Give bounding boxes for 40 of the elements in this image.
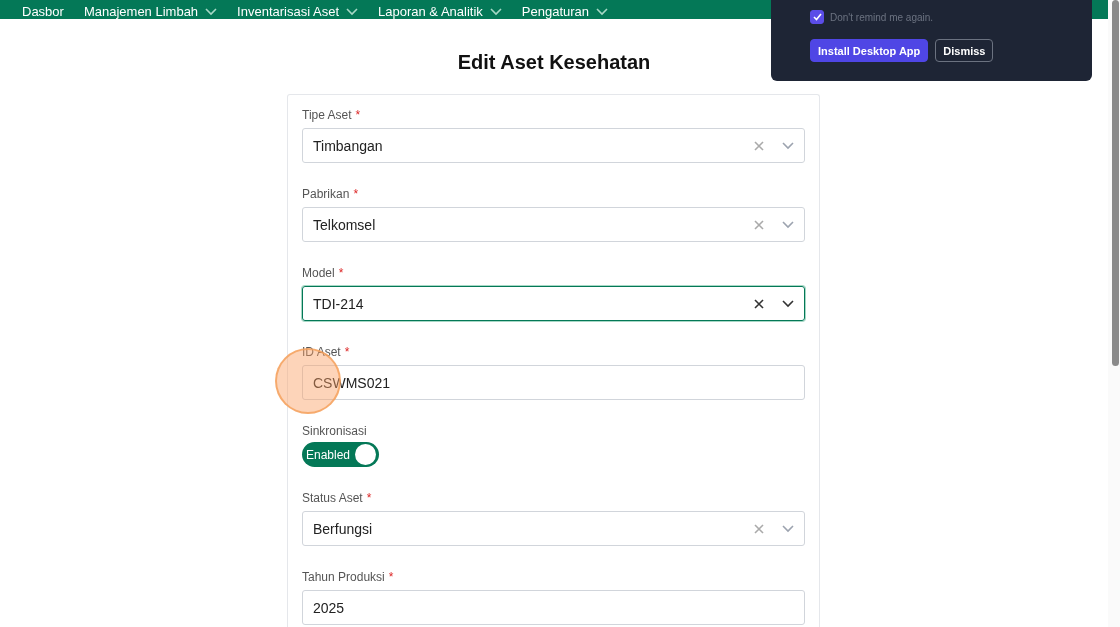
input-field[interactable]: 2025: [302, 590, 805, 625]
required-mark: *: [344, 345, 350, 359]
checkbox[interactable]: [810, 10, 824, 24]
chevron-down-icon: [782, 141, 794, 150]
check-icon: [812, 13, 822, 21]
required-mark: *: [355, 108, 361, 122]
chevron-down-icon: [782, 220, 794, 229]
nav-item[interactable]: Laporan & Analitik: [378, 4, 502, 19]
select-field[interactable]: Berfungsi: [302, 511, 805, 546]
required-mark: *: [353, 187, 359, 201]
checkbox-label: Don't remind me again.: [830, 11, 934, 23]
nav-item[interactable]: Dasbor: [22, 4, 64, 19]
dismiss-button[interactable]: Dismiss: [935, 39, 994, 62]
clear-icon[interactable]: [754, 298, 764, 309]
required-mark: *: [366, 491, 372, 505]
chevron-down-icon: [782, 524, 794, 533]
field-label: Pabrikan: [302, 187, 350, 201]
chevron-down-icon: [205, 7, 218, 16]
nav-item[interactable]: Manajemen Limbah: [83, 4, 218, 19]
chevron-down-icon: [782, 299, 794, 308]
required-mark: *: [388, 570, 394, 584]
required-mark: *: [338, 266, 344, 280]
page-title: Edit Aset Kesehatan: [457, 51, 651, 74]
install-button[interactable]: Install Desktop App: [810, 39, 929, 62]
field-label: Status Aset: [302, 491, 363, 505]
select-field[interactable]: Timbangan: [302, 128, 805, 163]
scrollbar[interactable]: [1108, 0, 1120, 627]
field-label: Tahun Produksi: [302, 570, 385, 584]
select-field[interactable]: Telkomsel: [302, 207, 805, 242]
field-label: Sinkronisasi: [302, 424, 367, 438]
select-field[interactable]: TDI-214: [302, 286, 805, 321]
chevron-down-icon: [596, 7, 609, 16]
field-label: Tipe Aset: [302, 108, 352, 122]
nav-item[interactable]: Inventarisasi Aset: [237, 4, 358, 19]
field-label: Model: [302, 266, 335, 280]
nav-item[interactable]: Pengaturan: [521, 4, 609, 19]
sync-toggle[interactable]: Enabled: [302, 442, 379, 467]
field-label: ID Aset: [302, 345, 341, 359]
chevron-down-icon: [346, 7, 358, 16]
chevron-down-icon: [489, 7, 502, 16]
